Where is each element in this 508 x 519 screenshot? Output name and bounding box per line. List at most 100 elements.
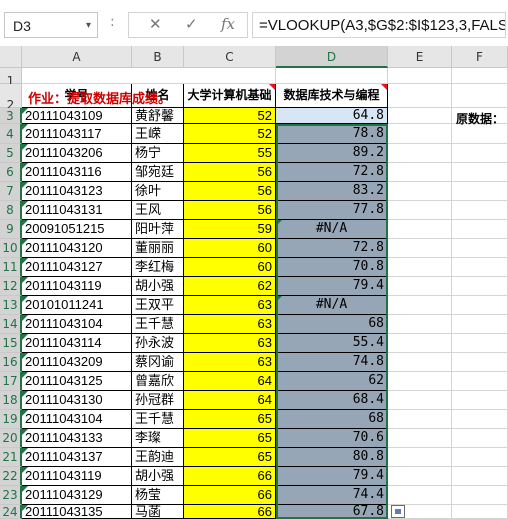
score-c-cell[interactable]: 66 xyxy=(184,505,276,519)
formula-input[interactable]: =VLOOKUP(A3,$G$2:$I$123,3,FALSE) xyxy=(252,12,506,38)
row-header-24[interactable]: 24 xyxy=(0,505,22,519)
student-id-cell[interactable]: 20111043125 xyxy=(22,372,132,391)
score-c-cell[interactable]: 62 xyxy=(184,277,276,296)
cell-e14[interactable] xyxy=(388,315,452,334)
cell-e11[interactable] xyxy=(388,258,452,277)
row-header-11[interactable]: 11 xyxy=(0,258,22,277)
cell-f21[interactable] xyxy=(452,448,508,467)
row-header-14[interactable]: 14 xyxy=(0,315,22,334)
row-header-8[interactable]: 8 xyxy=(0,201,22,220)
paste-options-icon[interactable] xyxy=(391,505,405,518)
column-header-c[interactable]: C xyxy=(184,46,276,68)
score-d-cell[interactable]: 77.8 xyxy=(276,201,388,220)
cell-f22[interactable] xyxy=(452,467,508,486)
student-name-cell[interactable]: 黄舒馨 xyxy=(132,108,184,124)
cell-f20[interactable] xyxy=(452,429,508,448)
cell-f7[interactable] xyxy=(452,182,508,201)
score-c-cell[interactable]: 52 xyxy=(184,124,276,144)
student-id-cell[interactable]: 20111043127 xyxy=(22,258,132,277)
score-d-cell[interactable]: 79.4 xyxy=(276,277,388,296)
cell-e1[interactable] xyxy=(388,68,452,84)
column-header-f[interactable]: F xyxy=(452,46,508,68)
student-id-cell[interactable]: 20111043129 xyxy=(22,486,132,505)
row-header-9[interactable]: 9 xyxy=(0,220,22,239)
score-c-cell[interactable]: 59 xyxy=(184,220,276,239)
student-id-cell[interactable]: 20111043119 xyxy=(22,467,132,486)
cell-e13[interactable] xyxy=(388,296,452,315)
student-id-cell[interactable]: 20111043123 xyxy=(22,182,132,201)
student-name-cell[interactable]: 王韵迪 xyxy=(132,448,184,467)
cell-e4[interactable] xyxy=(388,124,452,144)
score-c-cell[interactable]: 65 xyxy=(184,448,276,467)
student-name-cell[interactable]: 王千慧 xyxy=(132,315,184,334)
student-name-cell[interactable]: 阳叶萍 xyxy=(132,220,184,239)
score-d-cell[interactable]: 64.8 xyxy=(276,108,388,124)
score-c-cell[interactable]: 64 xyxy=(184,391,276,410)
student-id-cell[interactable]: 20111043104 xyxy=(22,410,132,429)
score-c-cell[interactable]: 56 xyxy=(184,201,276,220)
score-c-cell[interactable]: 55 xyxy=(184,144,276,163)
student-id-cell[interactable]: 20111043130 xyxy=(22,391,132,410)
row-header-18[interactable]: 18 xyxy=(0,391,22,410)
row-header-4[interactable]: 4 xyxy=(0,124,22,144)
student-id-cell[interactable]: 20111043131 xyxy=(22,201,132,220)
score-d-cell[interactable]: #N/A xyxy=(276,296,388,315)
cell-e21[interactable] xyxy=(388,448,452,467)
cell-c1[interactable] xyxy=(184,68,276,84)
cell-f14[interactable] xyxy=(452,315,508,334)
score-d-cell[interactable]: 79.4 xyxy=(276,467,388,486)
insert-function-icon[interactable]: fx xyxy=(221,15,235,33)
score-d-cell[interactable]: 83.2 xyxy=(276,182,388,201)
cell-f1[interactable] xyxy=(452,68,508,84)
cell-e2[interactable] xyxy=(388,84,452,108)
cell-a1[interactable] xyxy=(22,68,132,84)
student-name-cell[interactable]: 胡小强 xyxy=(132,467,184,486)
student-name-cell[interactable]: 曾嘉欣 xyxy=(132,372,184,391)
score-d-cell[interactable]: 68 xyxy=(276,315,388,334)
cell-f16[interactable] xyxy=(452,353,508,372)
cell-f19[interactable] xyxy=(452,410,508,429)
student-name-cell[interactable]: 孙永波 xyxy=(132,334,184,353)
name-box[interactable]: D3 ▾ xyxy=(4,12,98,38)
cell-d1[interactable] xyxy=(276,68,388,84)
student-name-cell[interactable]: 李璨 xyxy=(132,429,184,448)
score-d-cell[interactable]: 70.6 xyxy=(276,429,388,448)
student-name-cell[interactable]: 杨莹 xyxy=(132,486,184,505)
score-c-cell[interactable]: 66 xyxy=(184,486,276,505)
row-header-17[interactable]: 17 xyxy=(0,372,22,391)
cell-f23[interactable] xyxy=(452,486,508,505)
score-d-cell[interactable]: 67.8 xyxy=(276,505,388,519)
student-name-cell[interactable]: 马菡 xyxy=(132,505,184,519)
cell-e15[interactable] xyxy=(388,334,452,353)
cell-f5[interactable] xyxy=(452,144,508,163)
cancel-icon[interactable]: ✕ xyxy=(149,15,162,33)
cell-f15[interactable] xyxy=(452,334,508,353)
row-header-2[interactable]: 2 xyxy=(0,84,22,112)
cell-f13[interactable] xyxy=(452,296,508,315)
score-c-cell[interactable]: 56 xyxy=(184,182,276,201)
score-d-cell[interactable]: 55.4 xyxy=(276,334,388,353)
row-header-10[interactable]: 10 xyxy=(0,239,22,258)
cell-e17[interactable] xyxy=(388,372,452,391)
score-d-cell[interactable]: 68.4 xyxy=(276,391,388,410)
score-c-cell[interactable]: 65 xyxy=(184,410,276,429)
row-header-23[interactable]: 23 xyxy=(0,486,22,505)
score-d-cell[interactable]: 80.8 xyxy=(276,448,388,467)
cell-f12[interactable] xyxy=(452,277,508,296)
score-d-cell[interactable]: 72.8 xyxy=(276,163,388,182)
cell-f18[interactable] xyxy=(452,391,508,410)
cell-f6[interactable] xyxy=(452,163,508,182)
cell-e7[interactable] xyxy=(388,182,452,201)
row-header-16[interactable]: 16 xyxy=(0,353,22,372)
student-id-cell[interactable]: 20111043209 xyxy=(22,353,132,372)
student-id-cell[interactable]: 20111043117 xyxy=(22,124,132,144)
select-all-corner[interactable] xyxy=(0,46,22,68)
score-c-cell[interactable]: 63 xyxy=(184,353,276,372)
student-id-cell[interactable]: 20111043137 xyxy=(22,448,132,467)
column-header-d[interactable]: D xyxy=(276,46,388,68)
student-name-cell[interactable]: 王千慧 xyxy=(132,410,184,429)
score-d-cell[interactable]: 68 xyxy=(276,410,388,429)
row-header-13[interactable]: 13 xyxy=(0,296,22,315)
cell-e6[interactable] xyxy=(388,163,452,182)
student-name-cell[interactable]: 杨宁 xyxy=(132,144,184,163)
